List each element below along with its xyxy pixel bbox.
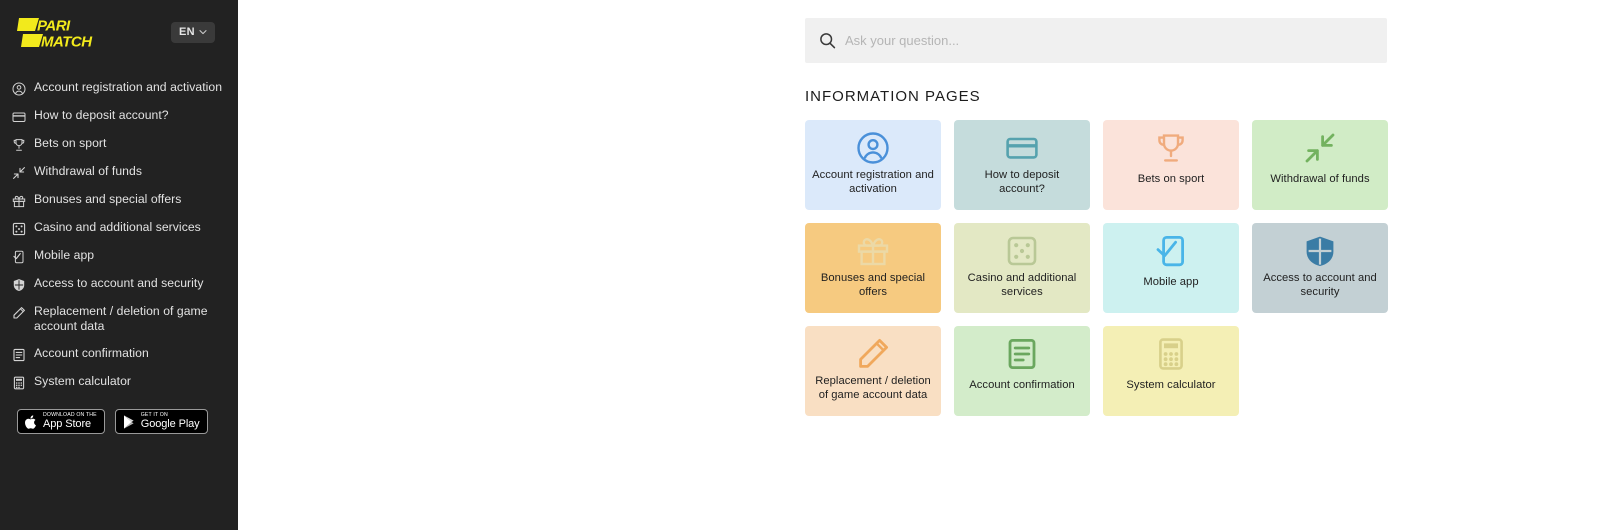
card-account-registration[interactable]: Account registration and activation (805, 120, 941, 210)
sidebar-item-system-calculator[interactable]: System calculator (0, 370, 238, 394)
sidebar-header: PARI MATCH EN (0, 0, 238, 62)
document-icon (12, 348, 26, 362)
sidebar-item-security[interactable]: Access to account and security (0, 272, 238, 296)
store-badges: Download on the App Store GET IT ON Goog… (17, 409, 208, 434)
sidebar-item-label: System calculator (34, 374, 132, 388)
google-play-icon (122, 414, 136, 430)
sidebar-item-label: Account confirmation (34, 346, 149, 360)
svg-text:MATCH: MATCH (41, 34, 93, 51)
sidebar-item-deposit[interactable]: How to deposit account? (0, 104, 238, 128)
sidebar-item-casino[interactable]: Casino and additional services (0, 216, 238, 240)
sidebar-item-bonuses[interactable]: Bonuses and special offers (0, 188, 238, 212)
dice-icon (12, 222, 26, 236)
app-store-badge[interactable]: Download on the App Store (17, 409, 105, 434)
svg-text:PARI: PARI (37, 18, 71, 35)
credit-card-icon (1005, 131, 1039, 165)
dice-icon (1005, 234, 1039, 268)
sidebar-item-label: Casino and additional services (34, 220, 201, 234)
language-selector[interactable]: EN (171, 22, 215, 43)
document-icon (1005, 337, 1039, 371)
user-circle-icon (856, 131, 890, 165)
language-label: EN (179, 26, 195, 38)
page-root: PARI MATCH EN Account registration and a (0, 0, 1600, 530)
sidebar-item-label: How to deposit account? (34, 108, 169, 122)
sidebar-nav: Account registration and activation How … (0, 76, 238, 398)
pencil-icon (856, 337, 890, 371)
card-bonuses[interactable]: Bonuses and special offers (805, 223, 941, 313)
arrows-in-icon (12, 166, 26, 180)
gift-icon (12, 194, 26, 208)
sidebar-item-label: Withdrawal of funds (34, 164, 142, 178)
credit-card-icon (12, 110, 26, 124)
sidebar-item-bets-on-sport[interactable]: Bets on sport (0, 132, 238, 156)
card-mobile-app[interactable]: Mobile app (1103, 223, 1239, 313)
sidebar-item-label: Replacement / deletion of game account d… (34, 304, 208, 333)
section-title: INFORMATION PAGES (805, 88, 981, 105)
chevron-down-icon (199, 28, 207, 36)
pencil-icon (12, 306, 26, 320)
search-input[interactable] (845, 33, 1373, 48)
google-play-badge-bottom: Google Play (140, 418, 200, 431)
card-replacement-deletion[interactable]: Replacement / deletion of game account d… (805, 326, 941, 416)
arrows-in-icon (1303, 131, 1337, 165)
sidebar-item-label: Access to account and security (34, 276, 204, 290)
sidebar-item-account-confirmation[interactable]: Account confirmation (0, 342, 238, 366)
trophy-icon (12, 138, 26, 152)
card-withdrawal-of-funds[interactable]: Withdrawal of funds (1252, 120, 1388, 210)
information-pages-grid: Account registration and activation How … (805, 120, 1388, 416)
calculator-icon (1154, 337, 1188, 371)
card-label: Account registration and activation (812, 169, 934, 195)
card-label: System calculator (1126, 379, 1216, 391)
shield-icon (12, 278, 26, 292)
sidebar-item-mobile-app[interactable]: Mobile app (0, 244, 238, 268)
trophy-icon (1154, 131, 1188, 165)
card-label: Bets on sport (1137, 173, 1205, 185)
card-casino[interactable]: Casino and additional services (954, 223, 1090, 313)
google-play-badge[interactable]: GET IT ON Google Play (114, 409, 208, 434)
card-label: Access to account and security (1263, 272, 1377, 298)
mobile-check-icon (1154, 234, 1188, 268)
mobile-check-icon (12, 250, 26, 264)
sidebar-item-withdrawal[interactable]: Withdrawal of funds (0, 160, 238, 184)
sidebar-item-label: Bets on sport (34, 136, 107, 150)
card-label: Casino and additional services (967, 272, 1077, 298)
card-how-to-deposit[interactable]: How to deposit account? (954, 120, 1090, 210)
search-bar[interactable] (805, 18, 1387, 63)
search-icon (819, 32, 836, 49)
calculator-icon (12, 376, 26, 390)
card-access-security[interactable]: Access to account and security (1252, 223, 1388, 313)
sidebar-item-account-registration[interactable]: Account registration and activation (0, 76, 238, 100)
card-label: Replacement / deletion of game account d… (815, 375, 931, 401)
card-label: Mobile app (1143, 276, 1199, 288)
card-label: How to deposit account? (984, 169, 1060, 195)
main-content: INFORMATION PAGES Account registration a… (238, 0, 1600, 530)
sidebar-item-label: Account registration and activation (34, 80, 223, 94)
sidebar-item-label: Bonuses and special offers (34, 192, 182, 206)
card-account-confirmation[interactable]: Account confirmation (954, 326, 1090, 416)
shield-icon (1303, 234, 1337, 268)
gift-icon (856, 234, 890, 268)
sidebar-item-replacement-deletion[interactable]: Replacement / deletion of game account d… (0, 300, 238, 338)
sidebar-item-label: Mobile app (34, 248, 95, 262)
card-label: Withdrawal of funds (1270, 173, 1370, 185)
user-circle-icon (12, 82, 26, 96)
card-label: Bonuses and special offers (820, 272, 926, 298)
card-bets-on-sport[interactable]: Bets on sport (1103, 120, 1239, 210)
parimatch-logo[interactable]: PARI MATCH (17, 16, 109, 50)
card-label: Account confirmation (969, 379, 1075, 391)
apple-icon (24, 414, 38, 430)
app-store-badge-bottom: App Store (43, 418, 92, 431)
card-system-calculator[interactable]: System calculator (1103, 326, 1239, 416)
sidebar: PARI MATCH EN Account registration and a (0, 0, 238, 530)
